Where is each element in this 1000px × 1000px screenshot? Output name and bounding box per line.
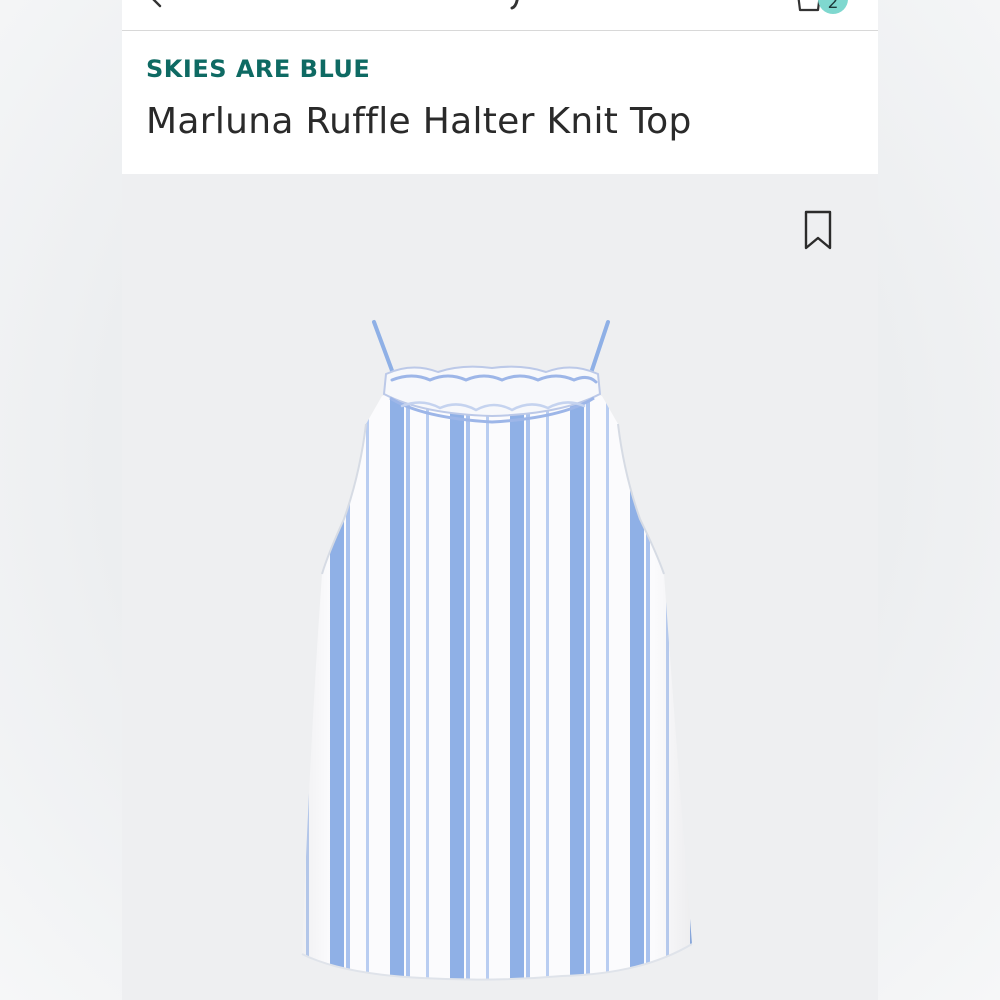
chevron-left-icon[interactable] bbox=[146, 0, 168, 10]
nav-logo-fragment bbox=[510, 0, 519, 10]
app-screen: 2 SKIES ARE BLUE Marluna Ruffle Halter K… bbox=[122, 0, 878, 1000]
product-image-area[interactable] bbox=[122, 174, 878, 1000]
top-nav-bar: 2 bbox=[122, 0, 878, 31]
bookmark-icon[interactable] bbox=[800, 208, 836, 252]
brand-name[interactable]: SKIES ARE BLUE bbox=[146, 55, 370, 83]
product-photo bbox=[301, 320, 693, 981]
product-header: SKIES ARE BLUE Marluna Ruffle Halter Kni… bbox=[122, 31, 878, 174]
product-title: Marluna Ruffle Halter Knit Top bbox=[146, 101, 692, 142]
